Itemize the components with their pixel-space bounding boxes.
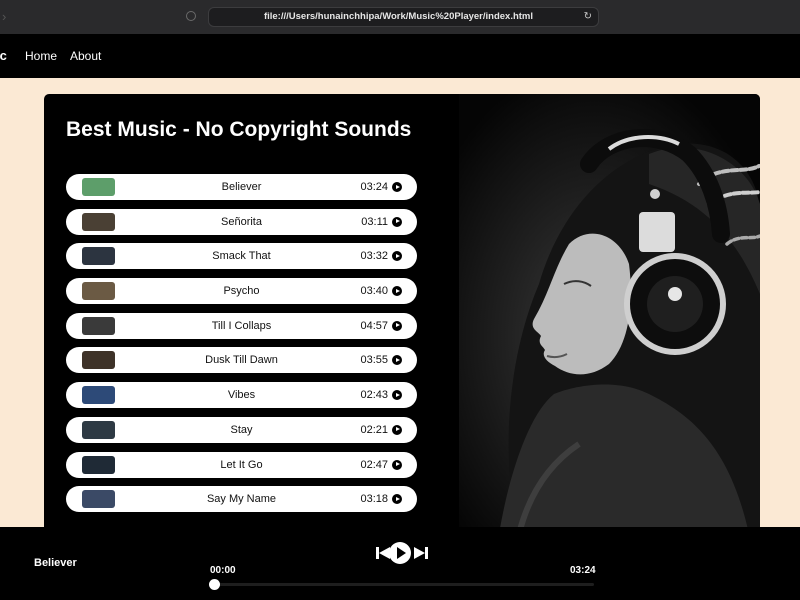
song-title: Dusk Till Dawn bbox=[205, 354, 278, 367]
play-circle-icon[interactable] bbox=[392, 182, 402, 192]
current-time: 00:00 bbox=[210, 565, 236, 576]
privacy-shield-icon[interactable] bbox=[186, 11, 196, 21]
nav-link-about[interactable]: About bbox=[70, 49, 101, 63]
song-duration: 03:32 bbox=[360, 250, 388, 263]
song-thumbnail bbox=[82, 282, 115, 301]
song-list: Believer 03:24 Señorita 03:11 Smack That 03… bbox=[66, 174, 417, 521]
play-circle-icon[interactable] bbox=[392, 355, 402, 366]
song-title: Psycho bbox=[223, 285, 260, 298]
song-thumbnail bbox=[82, 247, 115, 266]
reload-icon[interactable]: ↻ bbox=[584, 8, 592, 26]
now-playing-title: Believer bbox=[34, 557, 77, 569]
play-circle-icon[interactable] bbox=[392, 251, 402, 262]
play-circle-icon[interactable] bbox=[392, 216, 402, 227]
play-circle-icon[interactable] bbox=[392, 494, 402, 505]
browser-toolbar: › file:///Users/hunainchhipa/Work/Music%… bbox=[0, 0, 800, 34]
play-pause-button[interactable] bbox=[389, 542, 411, 564]
song-duration: 02:21 bbox=[360, 423, 388, 436]
song-item[interactable]: Señorita 03:11 bbox=[66, 208, 417, 235]
song-item[interactable]: Vibes 02:43 bbox=[66, 382, 417, 409]
headphones-illustration bbox=[499, 129, 760, 534]
play-circle-icon[interactable] bbox=[392, 459, 402, 470]
song-title: Say My Name bbox=[206, 493, 277, 506]
nav-link-home[interactable]: Home bbox=[25, 49, 57, 63]
song-duration: 03:40 bbox=[360, 285, 388, 298]
song-thumbnail bbox=[82, 316, 115, 335]
music-card: Best Music - No Copyright Sounds Believe… bbox=[44, 94, 760, 534]
song-title: Let It Go bbox=[220, 458, 263, 471]
song-item[interactable]: Say My Name 03:18 bbox=[66, 486, 417, 513]
player-bar: Believer 00:00 03:24 bbox=[0, 527, 800, 600]
song-title: Smack That bbox=[212, 250, 271, 263]
song-item[interactable]: Dusk Till Dawn 03:55 bbox=[66, 347, 417, 374]
song-title: Believer bbox=[221, 181, 262, 193]
progress-slider[interactable] bbox=[209, 579, 594, 590]
song-duration: 02:43 bbox=[360, 389, 388, 402]
song-item[interactable]: Let It Go 02:47 bbox=[66, 451, 417, 478]
song-item[interactable]: Psycho 03:40 bbox=[66, 278, 417, 305]
song-thumbnail bbox=[82, 386, 115, 405]
total-time: 03:24 bbox=[570, 565, 596, 576]
song-thumbnail bbox=[82, 420, 115, 439]
play-circle-icon[interactable] bbox=[392, 424, 402, 435]
hero-image bbox=[459, 94, 760, 534]
song-duration: 03:11 bbox=[361, 215, 388, 228]
song-duration: 03:24 bbox=[360, 181, 388, 193]
song-title: Stay bbox=[230, 423, 253, 436]
song-thumbnail bbox=[82, 490, 115, 509]
play-circle-icon[interactable] bbox=[392, 390, 402, 401]
play-circle-icon[interactable] bbox=[392, 286, 402, 297]
address-bar[interactable]: file:///Users/hunainchhipa/Work/Music%20… bbox=[208, 7, 599, 27]
back-arrow-icon[interactable]: › bbox=[2, 9, 6, 24]
navbar: ic Home About bbox=[0, 34, 800, 78]
song-item[interactable]: Believer 03:24 bbox=[66, 174, 417, 200]
song-title: Vibes bbox=[227, 389, 256, 402]
play-circle-icon[interactable] bbox=[392, 320, 402, 331]
song-title: Till I Collaps bbox=[211, 319, 272, 332]
page-title: Best Music - No Copyright Sounds bbox=[66, 118, 412, 141]
song-title: Señorita bbox=[221, 215, 262, 228]
address-text: file:///Users/hunainchhipa/Work/Music%20… bbox=[263, 11, 534, 22]
song-item[interactable]: Smack That 03:32 bbox=[66, 243, 417, 270]
progress-handle[interactable] bbox=[209, 579, 220, 590]
song-thumbnail bbox=[82, 212, 115, 231]
song-duration: 02:47 bbox=[360, 458, 388, 471]
song-item[interactable]: Till I Collaps 04:57 bbox=[66, 312, 417, 339]
song-duration: 03:55 bbox=[360, 354, 388, 367]
next-track-icon[interactable] bbox=[413, 545, 429, 561]
song-item[interactable]: Stay 02:21 bbox=[66, 416, 417, 443]
song-thumbnail bbox=[82, 455, 115, 474]
brand-logo[interactable]: ic bbox=[0, 48, 7, 63]
song-duration: 04:57 bbox=[360, 319, 388, 332]
song-thumbnail bbox=[82, 178, 115, 196]
song-duration: 03:18 bbox=[360, 493, 388, 506]
song-thumbnail bbox=[82, 351, 115, 370]
